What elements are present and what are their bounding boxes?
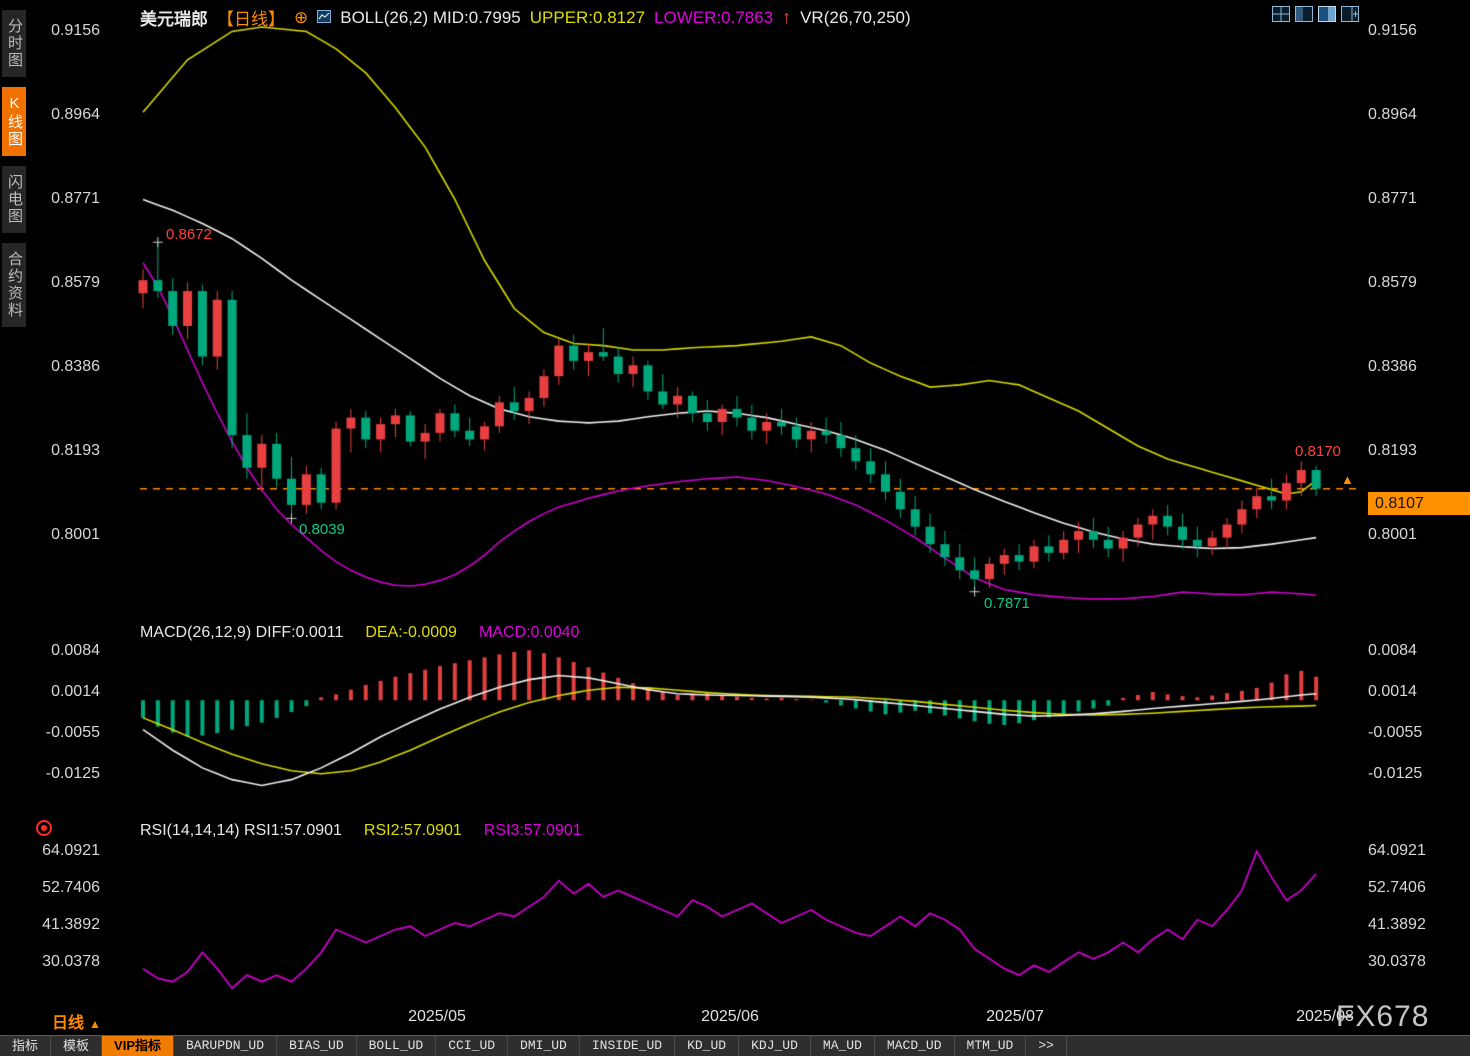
y-axis-label-rsi-left-0: 64.0921 bbox=[28, 842, 100, 860]
rsi2-label: RSI2:57.0901 bbox=[364, 822, 462, 840]
y-axis-label-main-right-4: 0.8386 bbox=[1368, 358, 1417, 376]
footer-tab-ma[interactable]: MA_UD bbox=[811, 1036, 875, 1056]
y-axis-label-rsi-left-1: 52.7406 bbox=[28, 879, 100, 897]
macd-dea-label: DEA:-0.0009 bbox=[365, 624, 457, 642]
footer-tab-kdj[interactable]: KDJ_UD bbox=[739, 1036, 811, 1056]
low-annotation-0-8039: 0.8039 bbox=[299, 521, 345, 538]
footer-tab-kd[interactable]: KD_UD bbox=[675, 1036, 739, 1056]
y-axis-label-macd-right-3: -0.0125 bbox=[1368, 765, 1422, 783]
boll-indicator-label: BOLL(26,2) MID:0.7995 bbox=[340, 8, 520, 28]
sidebar-tab-time-share-chart[interactable]: 分时图 bbox=[2, 10, 26, 77]
rsi3-label: RSI3:57.0901 bbox=[484, 822, 582, 840]
y-axis-label-macd-left-0: 0.0084 bbox=[28, 642, 100, 660]
price-up-arrow-icon: ↑ bbox=[782, 7, 791, 28]
y-axis-label-rsi-right-2: 41.3892 bbox=[1368, 916, 1426, 934]
footer-tab-cci[interactable]: CCI_UD bbox=[436, 1036, 508, 1056]
footer-tab-indicator[interactable]: 指标 bbox=[0, 1036, 51, 1056]
y-axis-label-main-right-0: 0.9156 bbox=[1368, 22, 1417, 40]
rsi-title: RSI(14,14,14) RSI1:57.0901 bbox=[140, 822, 342, 840]
price-chart-canvas[interactable] bbox=[0, 0, 1470, 1035]
sidebar-tab-kline-chart[interactable]: K线图 bbox=[2, 87, 26, 156]
sidebar-tab-lightning-chart[interactable]: 闪电图 bbox=[2, 166, 26, 233]
period-tag[interactable]: 【日线】 bbox=[217, 5, 285, 30]
indicator-tab-bar: 指标模板VIP指标BARUPDN_UDBIAS_UDBOLL_UDCCI_UDD… bbox=[0, 1035, 1470, 1056]
y-axis-label-main-left-6: 0.8001 bbox=[28, 526, 100, 544]
y-axis-label-main-right-2: 0.8771 bbox=[1368, 190, 1417, 208]
macd-title: MACD(26,12,9) DIFF:0.0011 bbox=[140, 624, 343, 642]
footer-tab-boll[interactable]: BOLL_UD bbox=[357, 1036, 437, 1056]
footer-tab-dmi[interactable]: DMI_UD bbox=[508, 1036, 580, 1056]
layout-split-right-icon[interactable] bbox=[1318, 6, 1336, 22]
y-axis-label-main-right-5: 0.8193 bbox=[1368, 442, 1417, 460]
layout-grid-icon[interactable] bbox=[1272, 6, 1290, 22]
y-axis-label-macd-right-0: 0.0084 bbox=[1368, 642, 1417, 660]
y-axis-label-main-right-1: 0.8964 bbox=[1368, 106, 1417, 124]
footer-tab-bias[interactable]: BIAS_UD bbox=[277, 1036, 357, 1056]
layout-split-left-icon[interactable] bbox=[1295, 6, 1313, 22]
x-axis-label-2025-06: 2025/06 bbox=[688, 1008, 772, 1026]
boll-lower-label: LOWER:0.7863 bbox=[654, 8, 773, 28]
footer-tab-mtm[interactable]: MTM_UD bbox=[955, 1036, 1027, 1056]
y-axis-label-rsi-right-1: 52.7406 bbox=[1368, 879, 1426, 897]
y-axis-label-rsi-left-2: 41.3892 bbox=[28, 916, 100, 934]
y-axis-label-main-left-2: 0.8771 bbox=[28, 190, 100, 208]
macd-panel-header: MACD(26,12,9) DIFF:0.0011 DEA:-0.0009 MA… bbox=[140, 624, 579, 642]
y-axis-label-main-left-1: 0.8964 bbox=[28, 106, 100, 124]
footer-tab-inside[interactable]: INSIDE_UD bbox=[580, 1036, 675, 1056]
high-annotation-0-8672: 0.8672 bbox=[166, 226, 212, 243]
footer-tab-macd[interactable]: MACD_UD bbox=[875, 1036, 955, 1056]
x-axis-label-2025-07: 2025/07 bbox=[973, 1008, 1057, 1026]
vr-indicator-label: VR(26,70,250) bbox=[800, 8, 911, 28]
period-selector[interactable]: 日线 ▲ bbox=[52, 1009, 101, 1033]
y-axis-label-rsi-right-0: 64.0921 bbox=[1368, 842, 1426, 860]
period-selector-label: 日线 bbox=[52, 1015, 84, 1032]
footer-tab-more[interactable]: >> bbox=[1026, 1036, 1067, 1056]
y-axis-label-main-left-0: 0.9156 bbox=[28, 22, 100, 40]
boll-upper-label: UPPER:0.8127 bbox=[530, 8, 645, 28]
y-axis-label-main-right-3: 0.8579 bbox=[1368, 274, 1417, 292]
y-axis-label-macd-right-1: 0.0014 bbox=[1368, 683, 1417, 701]
y-axis-label-macd-left-3: -0.0125 bbox=[28, 765, 100, 783]
rsi-marker-icon bbox=[36, 820, 52, 836]
macd-value-label: MACD:0.0040 bbox=[479, 624, 580, 642]
y-axis-label-main-left-5: 0.8193 bbox=[28, 442, 100, 460]
y-axis-label-rsi-left-3: 30.0378 bbox=[28, 953, 100, 971]
symbol-name: 美元瑞郎 bbox=[140, 5, 208, 30]
y-axis-label-main-left-3: 0.8579 bbox=[28, 274, 100, 292]
last-price-arrow-icon: ▲ bbox=[1341, 472, 1354, 487]
y-axis-label-macd-right-2: -0.0055 bbox=[1368, 724, 1422, 742]
y-axis-label-macd-left-2: -0.0055 bbox=[28, 724, 100, 742]
footer-tab-vip-indicator[interactable]: VIP指标 bbox=[102, 1036, 174, 1056]
y-axis-label-main-left-4: 0.8386 bbox=[28, 358, 100, 376]
y-axis-label-rsi-right-3: 30.0378 bbox=[1368, 953, 1426, 971]
mini-chart-icon[interactable] bbox=[317, 8, 331, 28]
layout-new-pane-icon[interactable] bbox=[1341, 6, 1359, 22]
plus-circle-icon[interactable]: ⊕ bbox=[294, 8, 308, 28]
period-up-arrow-icon: ▲ bbox=[89, 1017, 101, 1031]
y-axis-label-macd-left-1: 0.0014 bbox=[28, 683, 100, 701]
rsi-panel-header: RSI(14,14,14) RSI1:57.0901 RSI2:57.0901 … bbox=[140, 822, 582, 840]
footer-tab-template[interactable]: 模板 bbox=[51, 1036, 102, 1056]
y-axis-label-main-right-6: 0.8001 bbox=[1368, 526, 1417, 544]
footer-tab-barupdn[interactable]: BARUPDN_UD bbox=[174, 1036, 277, 1056]
watermark: FX678 bbox=[1336, 1000, 1429, 1034]
sidebar-tab-contract-info[interactable]: 合约资料 bbox=[2, 243, 26, 327]
high-annotation-0-8170: 0.8170 bbox=[1295, 443, 1341, 460]
window-layout-icons bbox=[1272, 6, 1359, 22]
last-price-tag: 0.8107 bbox=[1368, 492, 1470, 515]
low-annotation-0-7871: 0.7871 bbox=[984, 595, 1030, 612]
sidebar: 分时图 K线图闪电图合约资料 bbox=[0, 0, 28, 1035]
x-axis-label-2025-05: 2025/05 bbox=[395, 1008, 479, 1026]
chart-header: 美元瑞郎 【日线】 ⊕ BOLL(26,2) MID:0.7995 UPPER:… bbox=[140, 5, 911, 30]
